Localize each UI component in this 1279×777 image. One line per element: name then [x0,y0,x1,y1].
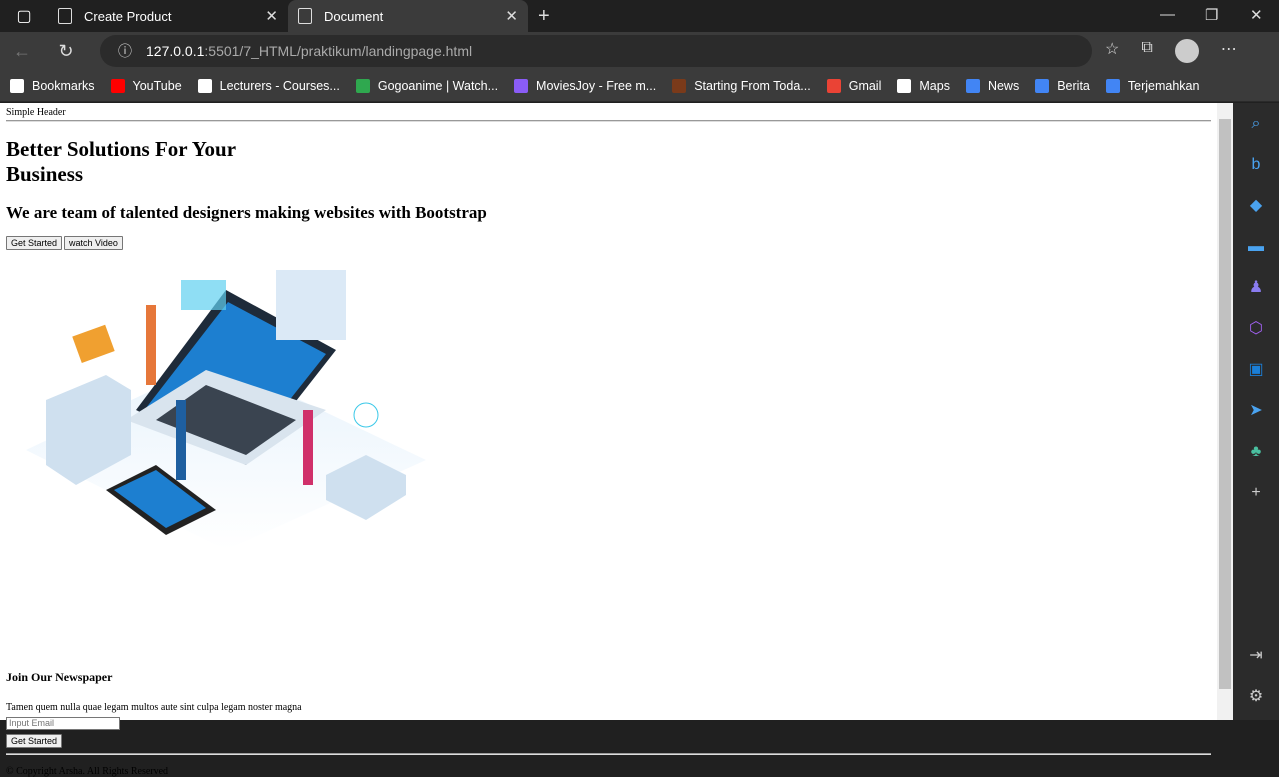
favorites-icon[interactable]: ☆ [1105,39,1119,63]
info-icon[interactable]: ⓘ [118,41,132,61]
collections-icon[interactable]: ⧉ [1141,39,1152,63]
close-tab-icon[interactable]: ✕ [265,7,278,25]
bookmark-item[interactable]: MoviesJoy - Free m... [514,78,656,93]
bookmark-icon [110,78,125,93]
hero-title: Better Solutions For Your Business [6,137,236,186]
bookmarks-bar: Bookmarks YouTube Lecturers - Courses... Go… [0,70,1279,102]
close-window-button[interactable]: ✕ [1250,6,1263,24]
bookmark-item[interactable]: Terjemahkan [1105,78,1199,93]
watch-video-button[interactable]: watch Video [64,236,123,250]
bookmark-icon [10,78,24,93]
bookmark-item[interactable]: Maps [897,78,950,93]
hero-illustration [26,270,426,550]
email-input[interactable] [6,716,120,730]
bookmark-icon [672,78,687,93]
bookmark-icon [355,78,370,93]
footer-divider [6,753,1211,755]
bookmark-item[interactable]: News [965,78,1019,93]
more-icon[interactable]: ⋯ [1221,39,1237,63]
bookmark-item[interactable]: Starting From Toda... [672,78,811,93]
new-tab-button[interactable]: + [538,5,550,28]
bookmark-icon [197,78,212,93]
bookmark-item[interactable]: Bookmarks [10,78,95,93]
bookmark-icon [1105,78,1120,93]
page-icon [298,8,312,24]
shopping-icon[interactable]: ◆ [1233,185,1279,226]
restore-button[interactable]: ❐ [1205,6,1218,24]
bookmark-item[interactable]: YouTube [110,78,182,93]
tab-document[interactable]: Document ✕ [288,0,528,32]
outlook-icon[interactable]: ▣ [1233,349,1279,390]
send-icon[interactable]: ➤ [1233,390,1279,431]
office-icon[interactable]: ⬡ [1233,308,1279,349]
page-content: Simple Header Better Solutions For Your … [0,103,1217,777]
sidebar-toggle-icon[interactable]: ⇥ [1233,635,1279,676]
minimize-button[interactable]: — [1160,6,1175,23]
subscribe-button[interactable]: Get Started [6,734,63,748]
bing-icon[interactable]: b [1233,144,1279,185]
add-icon[interactable]: + [1233,472,1279,513]
tree-icon[interactable]: ♣ [1233,431,1279,472]
refresh-button[interactable]: ↻ [44,41,88,62]
url-input[interactable]: ⓘ 127.0.0.1:5501/7_HTML/praktikum/landing… [100,35,1092,67]
bookmark-icon [1035,78,1050,93]
bookmark-item[interactable]: Gogoanime | Watch... [355,78,498,93]
back-button[interactable]: ← [0,41,44,62]
footer-copyright: © Copyright Arsha. All Rights Reserved [6,766,169,777]
bookmark-icon [826,78,841,93]
bookmark-item[interactable]: Berita [1035,78,1090,93]
close-tab-icon[interactable]: ✕ [505,7,518,25]
bookmark-item[interactable]: Lecturers - Courses... [197,78,340,93]
get-started-button[interactable]: Get Started [6,236,63,250]
address-bar-row: ← ↻ ⓘ 127.0.0.1:5501/7_HTML/praktikum/lan… [0,32,1279,70]
bookmark-icon [965,78,980,93]
tab-bar: ▢ Create Product ✕ Document ✕ + — ❐ ✕ [0,0,1279,32]
newsletter-title: Join Our Newspaper [6,670,113,684]
settings-icon[interactable]: ⚙ [1233,676,1279,717]
header-divider [6,120,1211,122]
bookmark-icon [897,78,912,93]
games-icon[interactable]: ♟ [1233,267,1279,308]
tools-icon[interactable]: ▬ [1233,226,1279,267]
hero-subtitle: We are team of talented designers making… [6,203,487,222]
simple-header: Simple Header [6,107,66,118]
scrollbar-thumb[interactable] [1219,119,1231,689]
tab-actions-icon[interactable]: ▢ [0,6,48,26]
bookmark-icon [514,78,529,93]
newsletter-text: Tamen quem nulla quae legam multos aute … [6,702,302,713]
tab-create-product[interactable]: Create Product ✕ [48,0,288,32]
page-scrollbar[interactable] [1217,103,1233,720]
profile-avatar[interactable] [1174,39,1199,63]
bookmark-item[interactable]: Gmail [826,78,881,93]
edge-sidebar: ⌕ b ◆ ▬ ♟ ⬡ ▣ ➤ ♣ + ⇥ ⚙ [1233,103,1279,720]
search-icon[interactable]: ⌕ [1233,103,1279,144]
page-icon [58,8,72,24]
